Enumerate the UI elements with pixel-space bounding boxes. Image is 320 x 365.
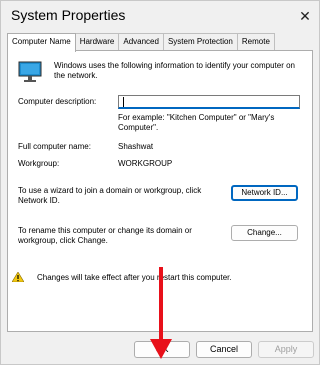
tab-computer-name[interactable]: Computer Name xyxy=(7,33,76,52)
computer-description-label: Computer description: xyxy=(18,97,97,106)
rename-instructions: To rename this computer or change its do… xyxy=(18,226,192,245)
window-title: System Properties xyxy=(11,7,126,23)
red-arrow-annotation xyxy=(150,267,172,359)
text-caret xyxy=(123,97,124,107)
network-id-button[interactable]: Network ID... xyxy=(231,185,298,201)
restart-warning-text: Changes will take effect after you resta… xyxy=(37,273,232,282)
full-computer-name-label: Full computer name: xyxy=(18,142,91,151)
full-computer-name-value: Shashwat xyxy=(118,142,154,151)
computer-description-input[interactable] xyxy=(118,95,300,109)
apply-button[interactable]: Apply xyxy=(258,341,314,358)
tab-strip: Computer Name Hardware Advanced System P… xyxy=(7,33,275,52)
title-bar: System Properties ✕ xyxy=(1,1,320,31)
cancel-button[interactable]: Cancel xyxy=(196,341,252,358)
workgroup-value: WORKGROUP xyxy=(118,159,173,168)
system-properties-dialog: System Properties ✕ Computer Name Hardwa… xyxy=(0,0,320,365)
tab-system-protection[interactable]: System Protection xyxy=(162,33,238,50)
description-hint: For example: "Kitchen Computer" or "Mary… xyxy=(118,113,275,132)
tab-hardware[interactable]: Hardware xyxy=(74,33,120,50)
close-icon[interactable]: ✕ xyxy=(289,1,320,31)
tab-remote[interactable]: Remote xyxy=(236,33,275,50)
warning-icon xyxy=(12,272,24,282)
intro-text: Windows uses the following information t… xyxy=(54,61,296,80)
change-button[interactable]: Change... xyxy=(231,225,298,241)
network-id-instructions: To use a wizard to join a domain or work… xyxy=(18,186,202,205)
workgroup-label: Workgroup: xyxy=(18,159,60,168)
tab-advanced[interactable]: Advanced xyxy=(118,33,164,50)
computer-monitor-icon xyxy=(18,61,42,82)
